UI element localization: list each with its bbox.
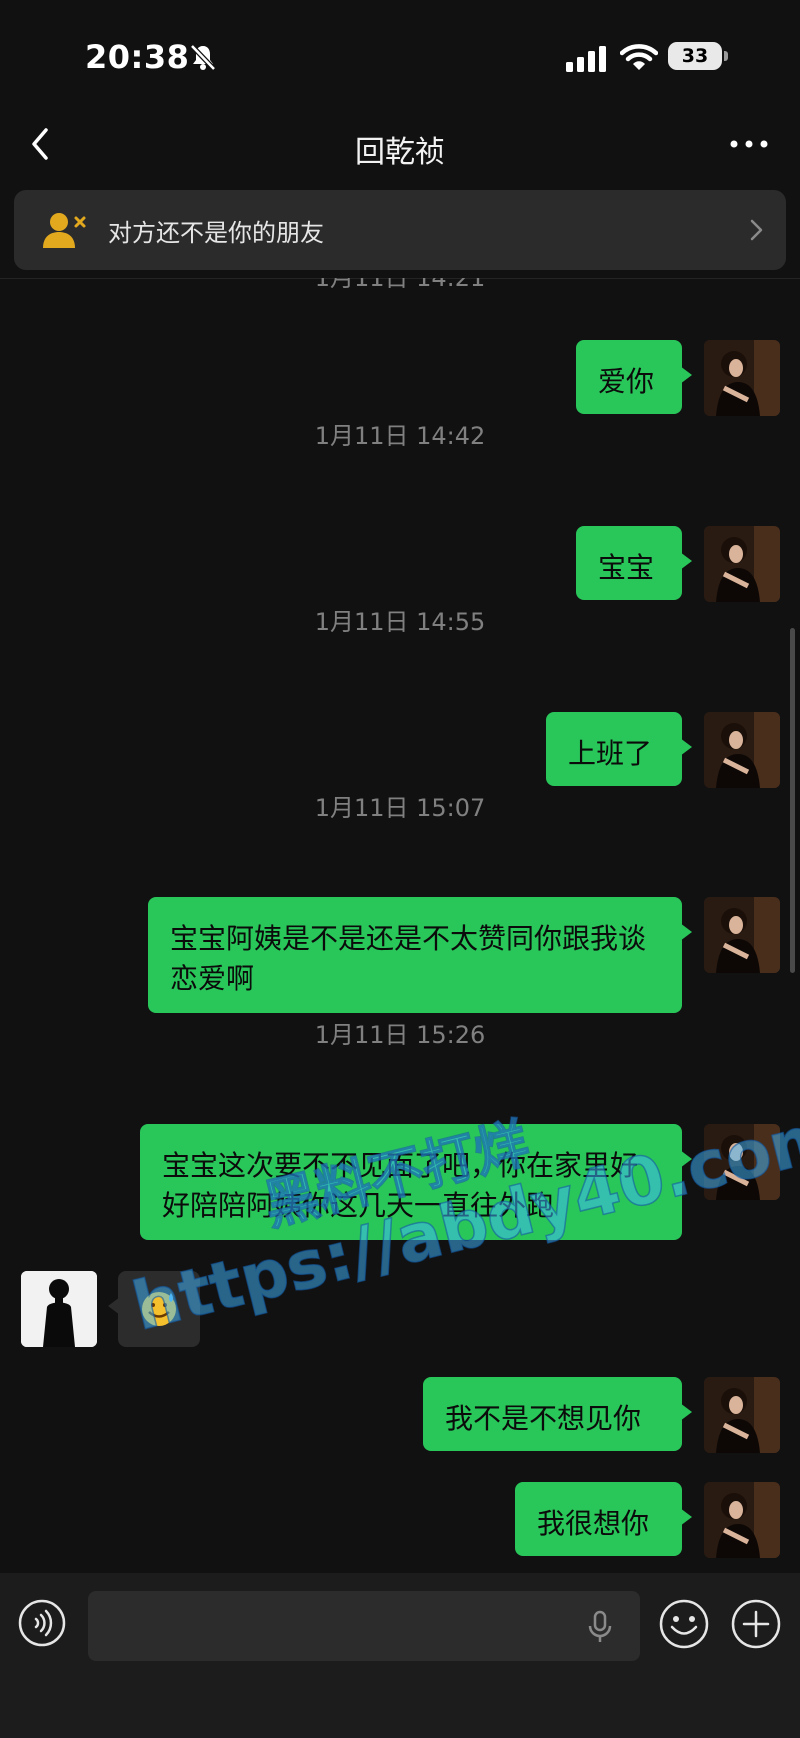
battery-indicator: 33 — [668, 42, 728, 72]
avatar-photo-icon — [704, 1377, 780, 1453]
user-remove-icon — [43, 213, 86, 248]
message-bubble-received[interactable] — [108, 1271, 200, 1347]
message-text-input[interactable] — [88, 1591, 640, 1661]
timestamp: 1月11日 14:42 — [314, 422, 486, 450]
microphone-icon[interactable] — [586, 1610, 614, 1644]
contact-avatar[interactable] — [21, 1271, 97, 1347]
timestamp: 1月11日 14:21 — [314, 278, 486, 292]
battery-level: 33 — [681, 45, 709, 67]
wifi-icon — [620, 44, 658, 70]
timestamp: 1月11日 15:26 — [314, 1021, 486, 1049]
voice-input-icon[interactable] — [17, 1598, 67, 1648]
timestamp: 1月11日 15:07 — [314, 794, 486, 822]
silhouette-avatar-icon — [21, 1271, 97, 1347]
message-bubble-sent[interactable]: 宝宝 — [576, 526, 692, 600]
status-time: 20:38 — [85, 38, 190, 76]
avatar-photo-icon — [704, 1124, 780, 1200]
more-options-icon[interactable] — [726, 130, 772, 158]
chat-header: 回乾祯 — [0, 110, 800, 180]
bell-muted-icon — [190, 44, 216, 71]
chevron-right-icon — [750, 219, 763, 241]
cellular-signal-icon — [566, 46, 606, 72]
chat-message-list[interactable]: 1月11日 14:21 爱你 1月11日 14:42 宝宝 1月11日 14:5… — [0, 278, 800, 1573]
status-bar: 20:38 33 — [0, 0, 800, 110]
my-avatar[interactable] — [704, 340, 780, 416]
sweat-smile-emoji-icon — [142, 1292, 176, 1326]
scrollbar[interactable] — [790, 628, 795, 973]
my-avatar[interactable] — [704, 897, 780, 973]
avatar-photo-icon — [704, 897, 780, 973]
message-bubble-sent[interactable]: 爱你 — [576, 340, 692, 414]
timestamp: 1月11日 14:55 — [314, 608, 486, 636]
message-input-bar — [0, 1573, 800, 1738]
my-avatar[interactable] — [704, 1482, 780, 1558]
banner-text: 对方还不是你的朋友 — [108, 219, 324, 247]
avatar-photo-icon — [704, 526, 780, 602]
message-bubble-sent[interactable]: 宝宝阿姨是不是还是不太赞同你跟我谈恋爱啊 — [148, 897, 692, 1013]
message-bubble-sent[interactable]: 上班了 — [546, 712, 692, 786]
avatar-photo-icon — [704, 340, 780, 416]
chat-title: 回乾祯 — [355, 135, 445, 170]
not-friend-banner[interactable]: 对方还不是你的朋友 — [14, 190, 786, 270]
message-bubble-sent[interactable]: 我不是不想见你 — [423, 1377, 692, 1451]
message-bubble-sent[interactable]: 我很想你 — [515, 1482, 692, 1556]
my-avatar[interactable] — [704, 712, 780, 788]
avatar-photo-icon — [704, 1482, 780, 1558]
my-avatar[interactable] — [704, 1124, 780, 1200]
message-bubble-sent[interactable]: 宝宝这次要不不见面了吧，你在家里好好陪陪阿姨你这几天一直往外跑 — [140, 1124, 692, 1240]
emoji-icon[interactable] — [658, 1598, 710, 1650]
my-avatar[interactable] — [704, 526, 780, 602]
my-avatar[interactable] — [704, 1377, 780, 1453]
plus-icon[interactable] — [730, 1598, 782, 1650]
avatar-photo-icon — [704, 712, 780, 788]
